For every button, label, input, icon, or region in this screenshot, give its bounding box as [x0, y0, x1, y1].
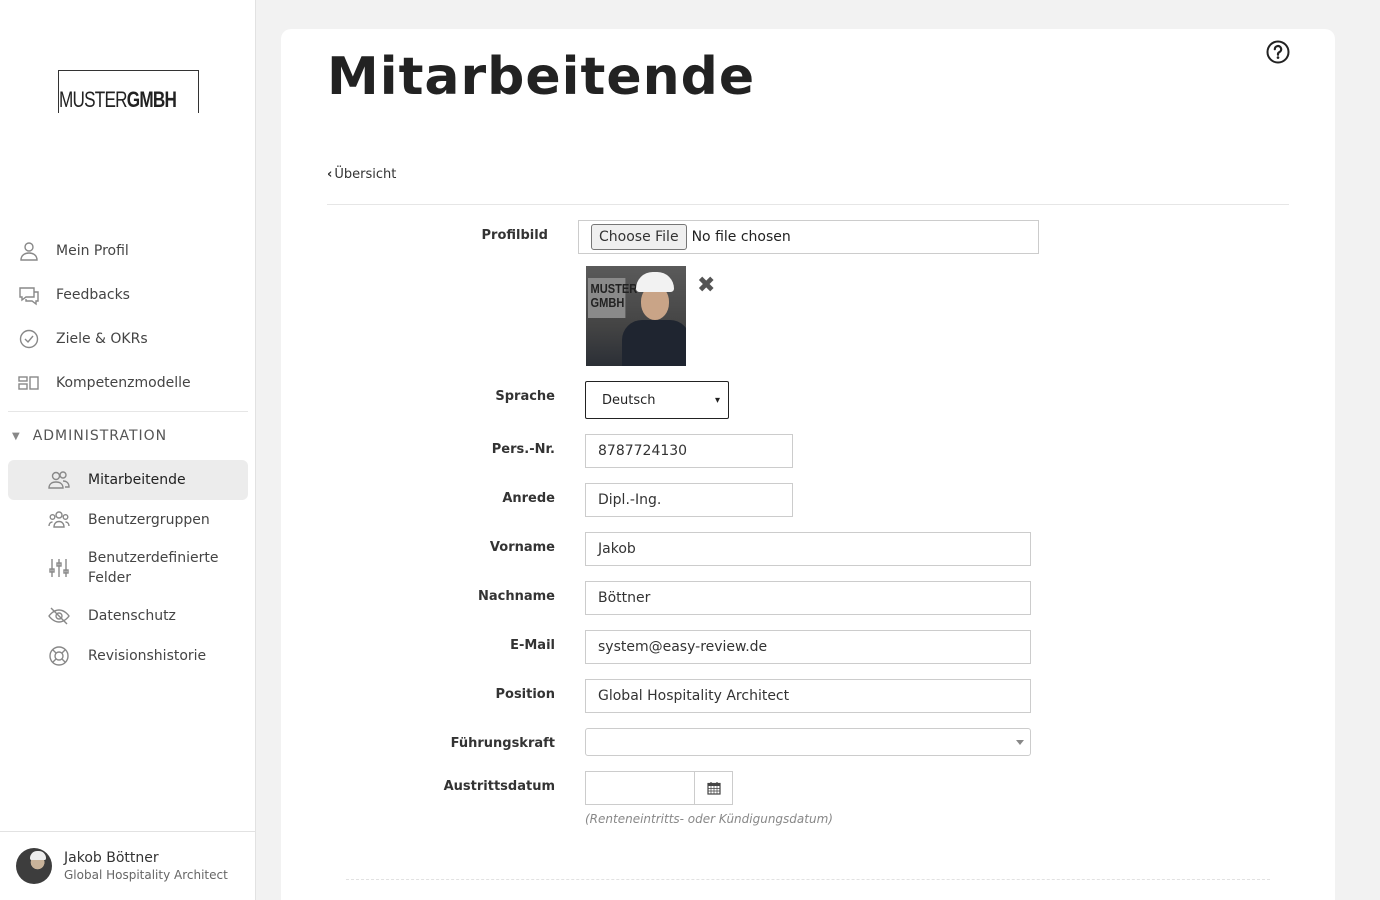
divider [346, 879, 1270, 880]
sidebar-item-benutzerdefinierte-felder[interactable]: Benutzerdefinierte Felder [8, 540, 248, 596]
label-vorname: Vorname [489, 540, 555, 555]
label-fuehrungskraft: Führungskraft [450, 736, 555, 751]
lifebuoy-icon [48, 645, 70, 667]
sidebar-item-label: Benutzergruppen [88, 512, 210, 528]
chevron-left-icon: ‹ [327, 167, 333, 182]
logo-light-text: MUSTER [59, 87, 128, 112]
label-email: E-Mail [510, 638, 555, 653]
photo-sign: MUSTER GMBH [588, 278, 637, 318]
nachname-input[interactable]: Böttner [585, 581, 1031, 615]
sidebar-item-label: Revisionshistorie [88, 648, 207, 664]
eye-off-icon [48, 605, 70, 627]
chevron-down-icon: ▾ [714, 394, 720, 406]
back-link-label: Übersicht [334, 167, 397, 182]
sidebar-item-label: Ziele & OKRs [56, 331, 148, 347]
sidebar-item-label: Feedbacks [56, 287, 130, 303]
sidebar-item-mitarbeitende[interactable]: Mitarbeitende [8, 460, 248, 500]
sidebar-item-label: Kompetenzmodelle [56, 375, 191, 391]
dropdown-arrow-icon [1016, 740, 1024, 745]
sidebar-item-label: Mein Profil [56, 243, 129, 259]
sidebar-item-datenschutz[interactable]: Datenschutz [8, 596, 248, 636]
company-logo[interactable]: MUSTERGMBH [58, 70, 199, 113]
sidebar-item-revisionshistorie[interactable]: Revisionshistorie [8, 636, 248, 676]
sidebar-item-label: Benutzerdefinierte Felder [88, 550, 219, 586]
sliders-icon [48, 557, 70, 579]
label-austrittsdatum: Austrittsdatum [443, 779, 555, 794]
fuehrungskraft-select[interactable] [585, 728, 1031, 756]
sidebar-item-feedbacks[interactable]: Feedbacks [8, 273, 248, 317]
persnr-input[interactable]: 8787724130 [585, 434, 793, 468]
user-name: Jakob Böttner [64, 850, 159, 866]
sprache-value: Deutsch [602, 392, 656, 408]
avatar [16, 848, 52, 884]
sidebar-item-ziele[interactable]: Ziele & OKRs [8, 317, 248, 361]
position-input[interactable]: Global Hospitality Architect [585, 679, 1031, 713]
choose-file-button[interactable]: Choose File [591, 224, 687, 250]
sidebar-item-label: Mitarbeitende [88, 472, 186, 488]
page-title: Mitarbeitende [327, 47, 756, 107]
user-icon [18, 240, 40, 262]
label-nachname: Nachname [477, 589, 555, 604]
file-status: No file chosen [691, 229, 791, 245]
chat-icon [18, 284, 40, 306]
sidebar-item-benutzergruppen[interactable]: Benutzergruppen [8, 500, 248, 540]
caret-down-icon: ▼ [12, 430, 21, 442]
calendar-button[interactable] [694, 771, 733, 805]
label-position: Position [495, 687, 555, 702]
email-input[interactable]: system@easy-review.de [585, 630, 1031, 664]
section-label: ADMINISTRATION [32, 428, 168, 444]
calendar-icon [706, 782, 721, 795]
back-link[interactable]: ‹ Übersicht [327, 167, 396, 182]
austrittsdatum-hint: (Renteneintritts- oder Kündigungsdatum) [585, 812, 833, 826]
sidebar-nav: Mein Profil Feedbacks Ziele & OKRs Kompe… [8, 229, 248, 676]
label-profilbild: Profilbild [481, 228, 549, 243]
austrittsdatum-input[interactable] [585, 771, 695, 805]
sprache-select[interactable]: Deutsch ▾ [585, 381, 729, 419]
label-persnr: Pers.-Nr. [491, 442, 555, 457]
profile-photo: MUSTER GMBH [586, 266, 686, 366]
check-circle-icon [18, 328, 40, 350]
remove-photo-icon[interactable]: ✖ [697, 275, 715, 297]
user-group-icon [48, 509, 70, 531]
sidebar-item-mein-profil[interactable]: Mein Profil [8, 229, 248, 273]
sidebar-item-label: Datenschutz [88, 608, 176, 624]
label-sprache: Sprache [495, 389, 555, 404]
profilbild-file-input[interactable]: Choose File No file chosen [578, 220, 1039, 254]
divider [327, 204, 1289, 205]
user-role: Global Hospitality Architect [64, 868, 228, 882]
anrede-input[interactable]: Dipl.-Ing. [585, 483, 793, 517]
layout-icon [18, 372, 40, 394]
current-user[interactable]: Jakob Böttner Global Hospitality Archite… [0, 831, 255, 900]
users-icon [48, 469, 70, 491]
sidebar-item-kompetenzmodelle[interactable]: Kompetenzmodelle [8, 361, 248, 405]
sidebar: MUSTERGMBH Mein Profil Feedbacks Ziele &… [0, 0, 256, 900]
logo-bold-text: GMBH [126, 87, 177, 112]
vorname-input[interactable]: Jakob [585, 532, 1031, 566]
label-anrede: Anrede [502, 491, 555, 506]
section-administration[interactable]: ▼ ADMINISTRATION [8, 412, 248, 460]
main-card: Mitarbeitende ‹ Übersicht Profilbild Choo… [281, 29, 1335, 900]
help-icon[interactable] [1266, 40, 1290, 64]
